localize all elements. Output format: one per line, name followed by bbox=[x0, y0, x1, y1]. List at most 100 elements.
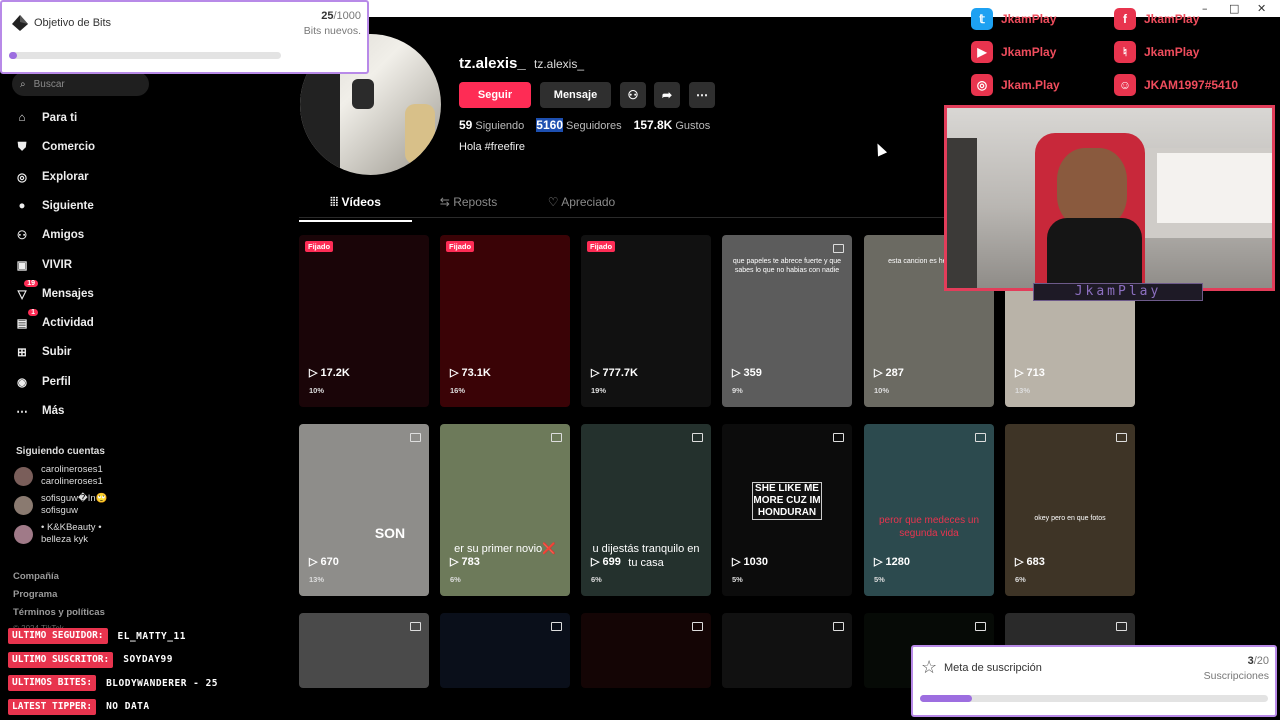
video-thumbnail[interactable] bbox=[581, 613, 711, 688]
sidebar-item-actividad[interactable]: ▤ 1 Actividad bbox=[14, 309, 94, 331]
social-handle-label: JkamPlay bbox=[1144, 12, 1200, 26]
sidebar-item-comercio[interactable]: ⛊ Comercio bbox=[14, 139, 95, 155]
following-stat[interactable]: 59 Siguiendo bbox=[459, 118, 524, 132]
avatar bbox=[14, 524, 33, 544]
account-handle: carolineroses1 bbox=[41, 476, 103, 487]
video-thumbnail[interactable]: que papeles te abrece fuerte y que sabes… bbox=[722, 235, 852, 407]
view-count-label: 699 bbox=[602, 555, 621, 568]
video-thumbnail[interactable] bbox=[440, 613, 570, 688]
photo-carousel-icon bbox=[1116, 433, 1127, 442]
account-handle: belleza kyk bbox=[41, 534, 88, 545]
sidebar-item-vivir[interactable]: ▣ VIVIR bbox=[14, 257, 72, 273]
account-name: • K&KBeauty • bbox=[41, 522, 102, 533]
play-icon: ▷ bbox=[450, 367, 459, 379]
add-friend-icon[interactable]: ⚇ bbox=[620, 82, 646, 108]
view-count-label: 287 bbox=[885, 366, 904, 379]
footer-terms-link[interactable]: Términos y políticas bbox=[13, 607, 105, 618]
photo-carousel-icon bbox=[833, 433, 844, 442]
search-input[interactable]: ⌕ Buscar bbox=[12, 72, 149, 96]
video-thumbnail[interactable] bbox=[299, 613, 429, 688]
video-thumbnail[interactable]: u dijestás tranquilo en tu casa ▷ 699 6% bbox=[581, 424, 711, 596]
photo-carousel-icon bbox=[551, 622, 562, 631]
video-caption-overlay: peror que medeces un segunda vida bbox=[878, 515, 980, 539]
video-thumbnail[interactable]: SON ▷ 670 13% bbox=[299, 424, 429, 596]
more-options-icon[interactable]: ⋯ bbox=[689, 82, 715, 108]
social-handle: ♮ JkamPlay bbox=[1114, 41, 1199, 63]
sidebar-item-mensajes[interactable]: ▽ 19 Mensajes bbox=[14, 279, 94, 302]
engagement-percent: 6% bbox=[450, 575, 461, 584]
profile-stats: 59 Siguiendo 5160 Seguidores 157.8K Gustos bbox=[459, 118, 710, 132]
sidebar-item-explorar[interactable]: ◎ Explorar bbox=[14, 169, 89, 185]
followers-stat[interactable]: 5160 Seguidores bbox=[536, 118, 622, 132]
sidebar-item-label: Explorar bbox=[42, 170, 89, 183]
video-caption-overlay: que papeles te abrece fuerte y que sabes… bbox=[732, 258, 842, 274]
video-thumbnail[interactable]: peror que medeces un segunda vida ▷ 1280 5% bbox=[864, 424, 994, 596]
following-account[interactable]: sofisguw�In🙄 sofisguw bbox=[14, 493, 107, 517]
video-thumbnail[interactable]: er su primer novio❌ ▷ 783 6% bbox=[440, 424, 570, 596]
ticker-value: EL_MATTY_11 bbox=[117, 630, 186, 642]
social-handle: ◎ Jkam.Play bbox=[971, 74, 1060, 96]
social-handle: ▶ JkamPlay bbox=[971, 41, 1056, 63]
photo-carousel-icon bbox=[975, 622, 986, 631]
sidebar-item-siguiente[interactable]: ● Siguiente bbox=[14, 198, 94, 214]
view-count: ▷ 783 bbox=[450, 555, 480, 569]
sub-goal-total: /20 bbox=[1253, 655, 1269, 667]
video-thumbnail[interactable] bbox=[722, 613, 852, 688]
ticker-label: LATEST TIPPER: bbox=[8, 698, 97, 715]
star-icon: ☆ bbox=[921, 657, 938, 677]
video-thumbnail[interactable]: Fijado ▷ 73.1K 16% bbox=[440, 235, 570, 407]
video-thumbnail[interactable]: okey pero en que fotos ▷ 683 6% bbox=[1005, 424, 1135, 596]
bits-gem-icon bbox=[11, 14, 29, 32]
maximize-button[interactable]: □ bbox=[1229, 2, 1239, 15]
sidebar-item-para-ti[interactable]: ⌂ Para ti bbox=[14, 110, 78, 126]
sidebar-item-perfil[interactable]: ◉ Perfil bbox=[14, 374, 71, 390]
photo-carousel-icon bbox=[692, 433, 703, 442]
view-count-label: 783 bbox=[461, 555, 480, 568]
bits-progress-fill bbox=[9, 52, 18, 59]
engagement-percent: 13% bbox=[1015, 386, 1031, 395]
view-count: ▷ 713 bbox=[1015, 366, 1045, 380]
social-handle-label: Jkam.Play bbox=[1001, 78, 1060, 92]
share-icon[interactable]: ➦ bbox=[654, 82, 680, 108]
view-count-label: 17.2K bbox=[320, 366, 350, 379]
view-count: ▷ 17.2K bbox=[309, 366, 350, 380]
engagement-percent: 10% bbox=[309, 386, 325, 395]
repost-icon: ⇆ bbox=[439, 195, 450, 209]
sidebar-item-más[interactable]: ⋯ Más bbox=[14, 403, 64, 419]
close-window-button[interactable]: ✕ bbox=[1257, 2, 1266, 15]
photo-carousel-icon bbox=[975, 433, 986, 442]
view-count-label: 713 bbox=[1026, 366, 1045, 379]
minimize-button[interactable]: – bbox=[1202, 2, 1208, 15]
bits-goal-widget: Objetivo de Bits 25/1000 Bits nuevos. bbox=[0, 0, 369, 74]
photo-carousel-icon bbox=[833, 622, 844, 631]
photo-carousel-icon bbox=[833, 244, 844, 253]
video-thumbnail[interactable]: Fijado ▷ 17.2K 10% bbox=[299, 235, 429, 407]
account-handle: sofisguw bbox=[41, 505, 78, 516]
bits-goal-current: 25 bbox=[321, 10, 334, 22]
ticker-value: NO DATA bbox=[106, 701, 150, 712]
ticker-label: ULTIMO SEGUIDOR: bbox=[8, 628, 108, 644]
video-thumbnail[interactable]: SHE LIKE ME MORE CUZ IM HONDURAN ▷ 1030 5% bbox=[722, 424, 852, 596]
sidebar-item-subir[interactable]: ⊞ Subir bbox=[14, 344, 71, 360]
grid-icon: ⦙⦙⦙ bbox=[330, 195, 339, 209]
follow-button[interactable]: Seguir bbox=[459, 82, 531, 108]
notification-badge: 19 bbox=[24, 279, 38, 287]
view-count-label: 359 bbox=[743, 366, 762, 379]
engagement-percent: 6% bbox=[591, 575, 602, 584]
view-count: ▷ 1030 bbox=[732, 555, 768, 569]
following-account[interactable]: carolineroses1 carolineroses1 bbox=[14, 464, 103, 488]
engagement-percent: 16% bbox=[450, 386, 466, 395]
sub-goal-subtitle: Suscripciones bbox=[1203, 670, 1269, 682]
engagement-percent: 5% bbox=[874, 575, 885, 584]
play-icon: ▷ bbox=[591, 367, 600, 379]
view-count: ▷ 359 bbox=[732, 366, 762, 380]
view-count: ▷ 287 bbox=[874, 366, 904, 380]
message-button[interactable]: Mensaje bbox=[540, 82, 611, 108]
pinned-badge: Fijado bbox=[587, 241, 616, 252]
sidebar-item-amigos[interactable]: ⚇ Amigos bbox=[14, 227, 84, 243]
ticker-label: ULTIMOS BITES: bbox=[8, 675, 97, 691]
following-account[interactable]: • K&KBeauty • belleza kyk bbox=[14, 522, 102, 546]
video-thumbnail[interactable]: Fijado ▷ 777.7K 19% bbox=[581, 235, 711, 407]
footer-company-link[interactable]: Compañía bbox=[13, 571, 59, 582]
footer-program-link[interactable]: Programa bbox=[13, 589, 57, 600]
